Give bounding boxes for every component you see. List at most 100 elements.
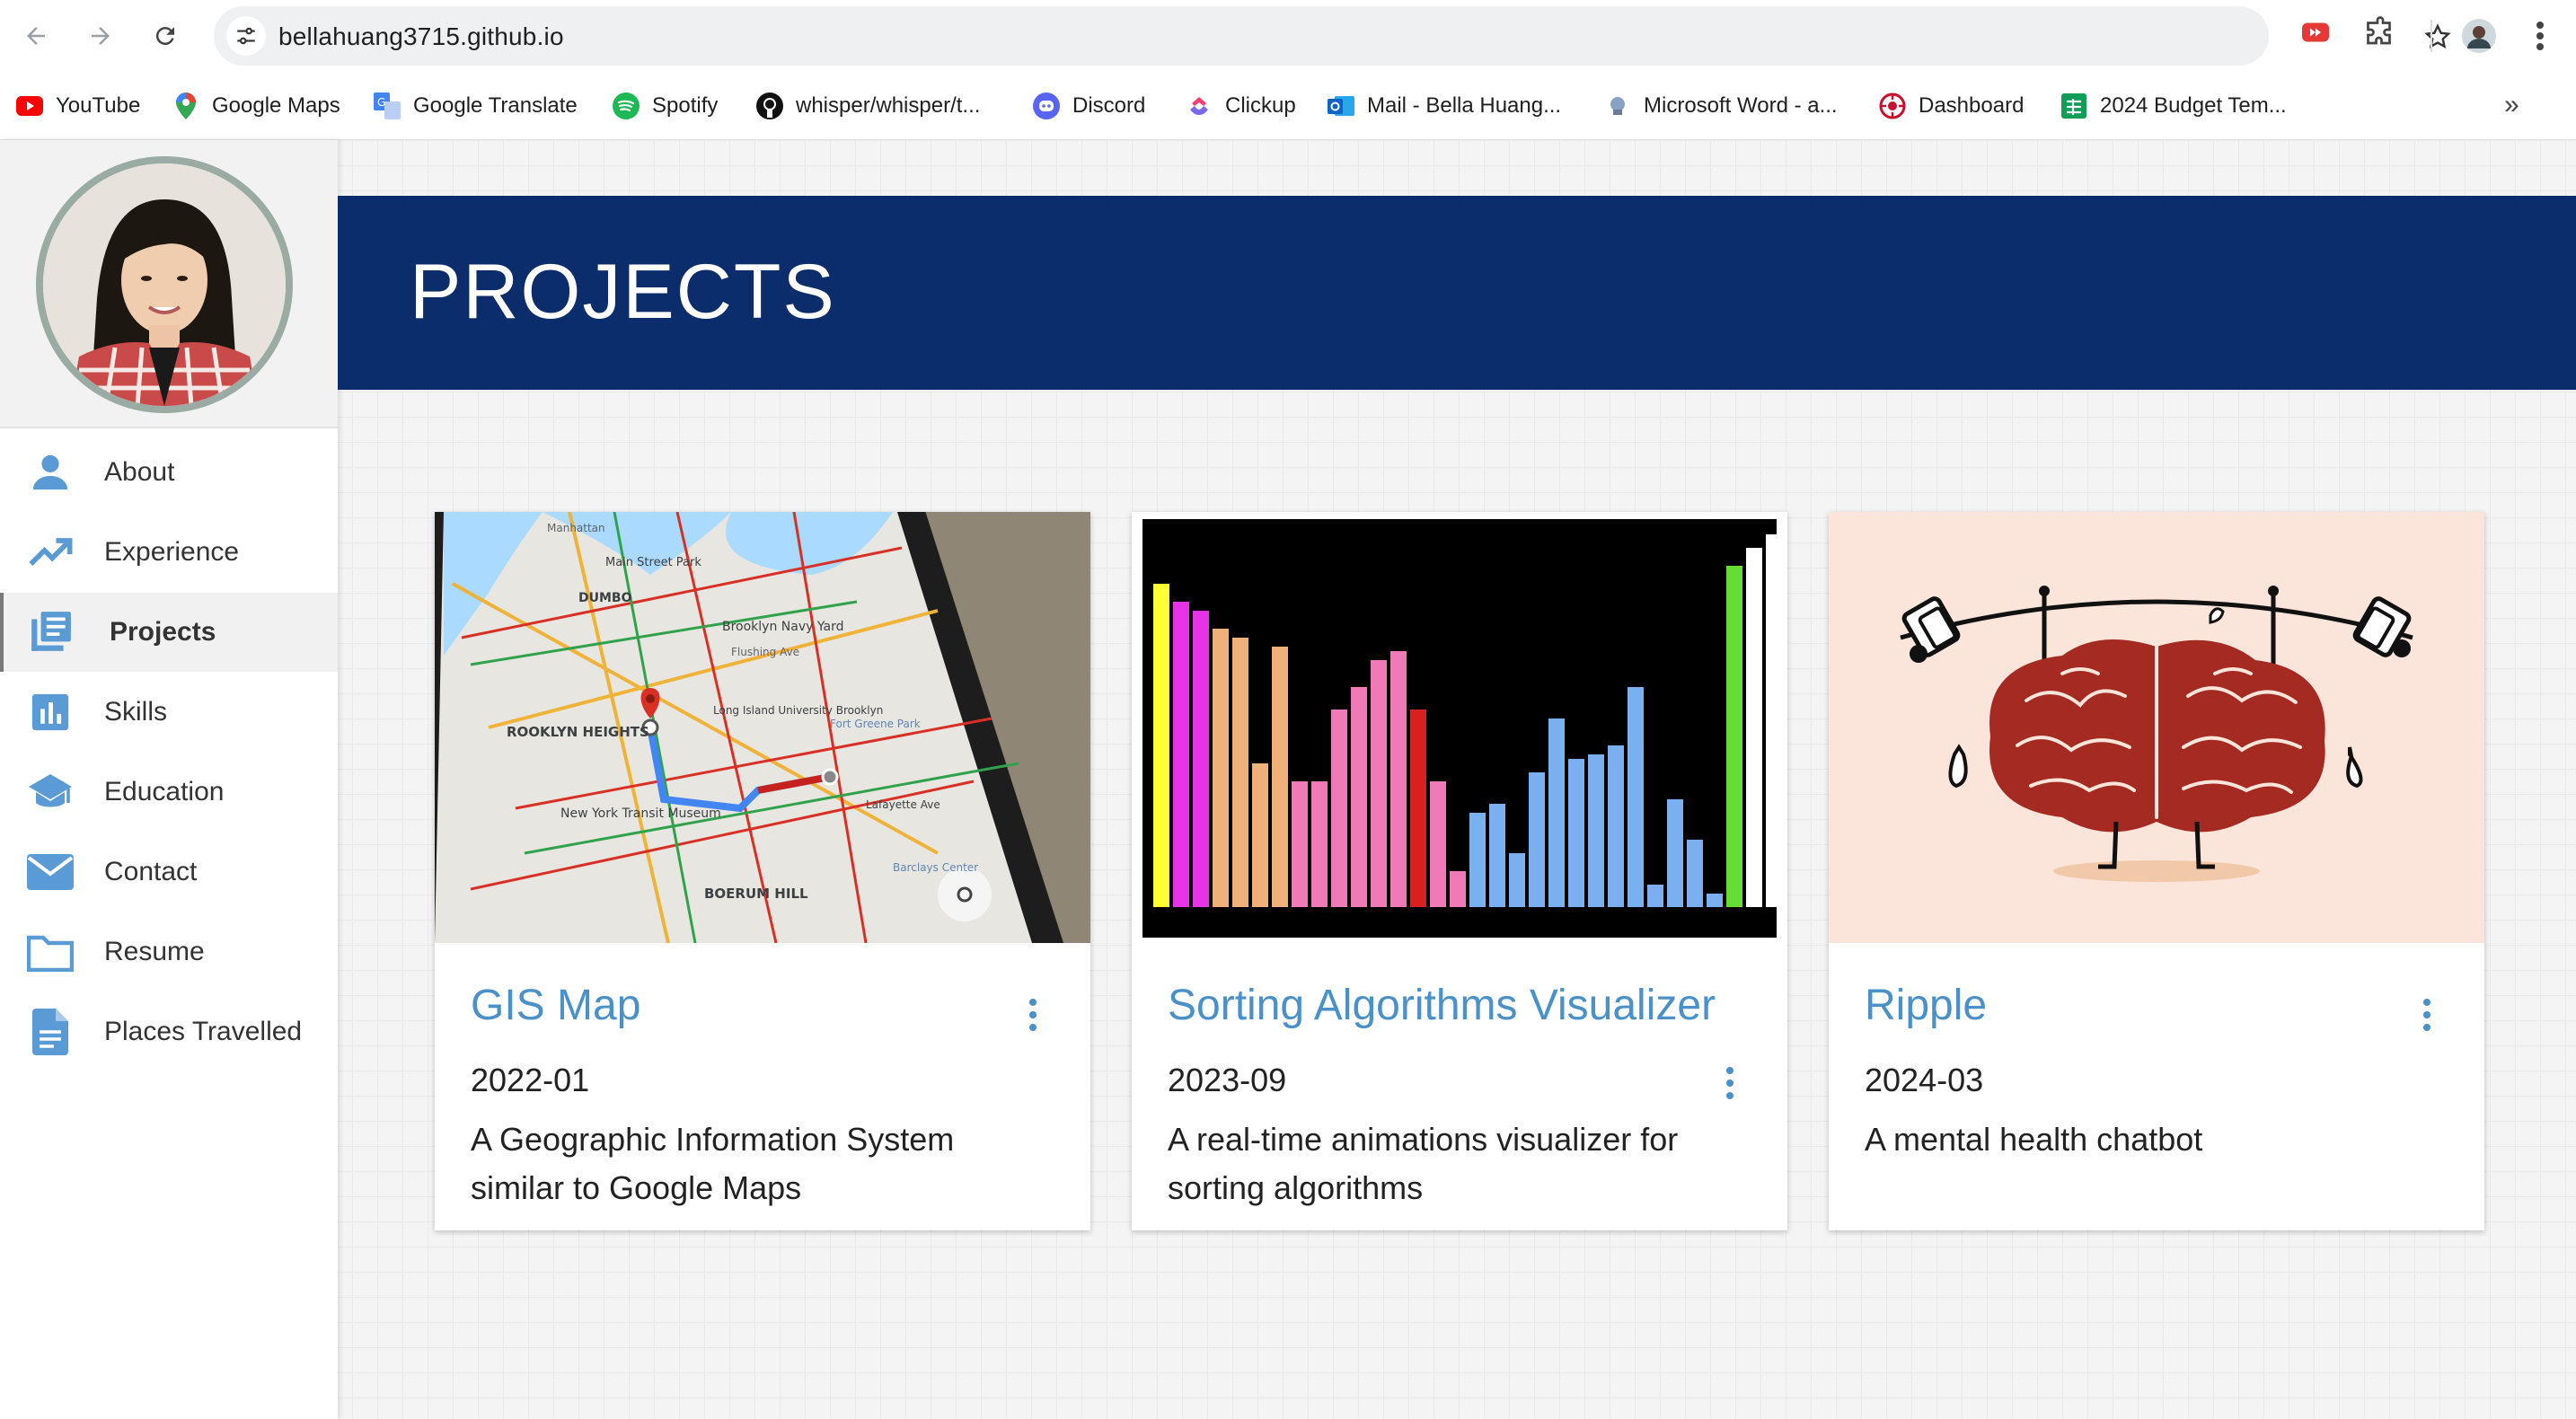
sort-bar [1272, 647, 1288, 907]
bookmark-spotify[interactable]: Spotify [613, 90, 718, 122]
sort-bar [1548, 718, 1565, 907]
sheets-icon [2060, 93, 2087, 119]
school-icon [27, 769, 74, 815]
forward-arrow-icon [92, 27, 110, 45]
bookmark-google-maps[interactable]: Google Maps [172, 90, 340, 122]
reload-button[interactable] [147, 18, 183, 54]
bookmark-label: Google Maps [212, 93, 340, 118]
folder-icon [27, 929, 74, 975]
more-options-icon[interactable] [1719, 1062, 1741, 1105]
sort-bar [1153, 584, 1169, 907]
project-title[interactable]: GIS Map [471, 981, 640, 1030]
sidebar-item-about[interactable]: About [0, 433, 338, 512]
extensions-puzzle-icon[interactable] [2364, 16, 2396, 53]
bookmark-label: Google Translate [413, 93, 578, 118]
forward-button[interactable] [83, 18, 119, 54]
browser-menu-icon[interactable] [2535, 20, 2545, 57]
github-icon [756, 93, 783, 119]
project-card-gis-map[interactable]: Manhattan Main Street Park DUMBO Brookly… [435, 512, 1090, 1230]
sidebar-item-label: Education [104, 777, 225, 806]
sort-bar [1509, 853, 1525, 907]
map-label: Flushing Ave [731, 646, 799, 658]
bookmark-label: Discord [1072, 93, 1146, 118]
back-arrow-icon [27, 27, 45, 45]
site-settings-icon[interactable] [226, 16, 266, 56]
sort-bar [1687, 840, 1703, 907]
bookmark-discord[interactable]: Discord [1033, 90, 1145, 122]
bar-chart-icon [27, 689, 74, 736]
project-date: 2023-09 [1168, 1062, 1287, 1098]
more-options-icon[interactable] [2416, 993, 2438, 1036]
sidebar-item-education[interactable]: Education [0, 753, 338, 832]
project-card-ripple[interactable]: Ripple 2024-03 A mental health chatbot [1829, 512, 2484, 1230]
browser-toolbar: bellahuang3715.github.io [0, 0, 2576, 72]
clickup-icon [1186, 93, 1213, 119]
map-label: New York Transit Museum [560, 806, 721, 821]
back-button[interactable] [18, 18, 54, 54]
sort-bar [1450, 871, 1466, 907]
bookmark-label: Mail - Bella Huang... [1367, 93, 1562, 118]
map-label: Manhattan [547, 522, 605, 534]
sort-bar [1766, 534, 1782, 907]
project-date: 2024-03 [1865, 1062, 1984, 1098]
bookmark-mail[interactable]: Mail - Bella Huang... [1328, 90, 1561, 122]
sidebar-item-projects[interactable]: Projects [0, 593, 338, 672]
bookmark-clickup[interactable]: Clickup [1186, 90, 1296, 122]
more-options-icon[interactable] [1022, 993, 1044, 1036]
map-label: Lafayette Ave [866, 798, 940, 811]
sidebar-item-resume[interactable]: Resume [0, 912, 338, 992]
sort-bar [1568, 759, 1584, 907]
sort-bar [1390, 651, 1407, 907]
sidebar-item-skills[interactable]: Skills [0, 673, 338, 752]
map-label: ROOKLYN HEIGHTS [507, 724, 649, 740]
extension-red-icon[interactable] [2299, 16, 2332, 53]
bookmark-star-icon[interactable] [2423, 22, 2452, 56]
sort-bar [1726, 566, 1742, 907]
bookmark-word[interactable]: Microsoft Word - a... [1604, 90, 1838, 122]
sort-bar [1252, 763, 1268, 907]
bookmarks-overflow-button[interactable]: » [2504, 90, 2519, 120]
sort-bar [1430, 781, 1446, 907]
bookmark-github[interactable]: whisper/whisper/t... [756, 90, 980, 122]
sort-bar [1647, 885, 1663, 907]
bookmark-youtube[interactable]: YouTube [16, 90, 140, 122]
project-image-ripple [1829, 512, 2484, 943]
address-bar[interactable]: bellahuang3715.github.io [214, 6, 2451, 66]
project-image-gis-map: Manhattan Main Street Park DUMBO Brookly… [435, 512, 1090, 943]
page-body: About Experience Projects Skills Educati… [0, 140, 2576, 1419]
sidebar-item-label: Resume [104, 937, 205, 966]
bookmark-dashboard[interactable]: Dashboard [1879, 90, 2024, 122]
map-label: Main Street Park [605, 556, 701, 569]
svg-text:G: G [377, 96, 385, 109]
page-header-banner: PROJECTS [338, 196, 2576, 390]
bookmark-budget[interactable]: 2024 Budget Tem... [2060, 90, 2287, 122]
sidebar-item-label: Places Travelled [104, 1017, 303, 1046]
page-title: PROJECTS [410, 249, 836, 335]
map-label: Fort Greene Park [830, 718, 921, 730]
reload-icon [155, 27, 174, 46]
sort-bar [1469, 813, 1486, 907]
trending-up-icon [27, 529, 74, 576]
sidebar-item-label: Skills [104, 697, 168, 727]
map-label: DUMBO [578, 591, 632, 605]
library-books-icon [27, 609, 74, 656]
profile-avatar-icon[interactable] [2461, 18, 2497, 58]
sidebar-item-label: Contact [104, 857, 198, 886]
project-description: A mental health chatbot [1865, 1121, 2203, 1158]
sort-bar [1489, 804, 1505, 907]
word-icon [1604, 93, 1631, 119]
bookmark-google-translate[interactable]: G Google Translate [374, 90, 578, 122]
project-card-sorting-visualizer[interactable]: Sorting Algorithms Visualizer 2023-09 A … [1132, 512, 1787, 1230]
avatar [36, 156, 293, 413]
outlook-icon [1328, 93, 1354, 119]
sort-bar [1588, 754, 1604, 907]
project-title[interactable]: Ripple [1865, 981, 1987, 1030]
toolbar-divider [2430, 20, 2432, 52]
project-title[interactable]: Sorting Algorithms Visualizer [1168, 981, 1716, 1030]
sidebar-item-contact[interactable]: Contact [0, 833, 338, 912]
avatar-area [0, 140, 338, 428]
sort-bar [1707, 894, 1723, 907]
sidebar-item-experience[interactable]: Experience [0, 513, 338, 592]
sidebar-item-places-travelled[interactable]: Places Travelled [0, 992, 338, 1071]
project-description: A real-time animations visualizer for so… [1168, 1121, 1679, 1206]
